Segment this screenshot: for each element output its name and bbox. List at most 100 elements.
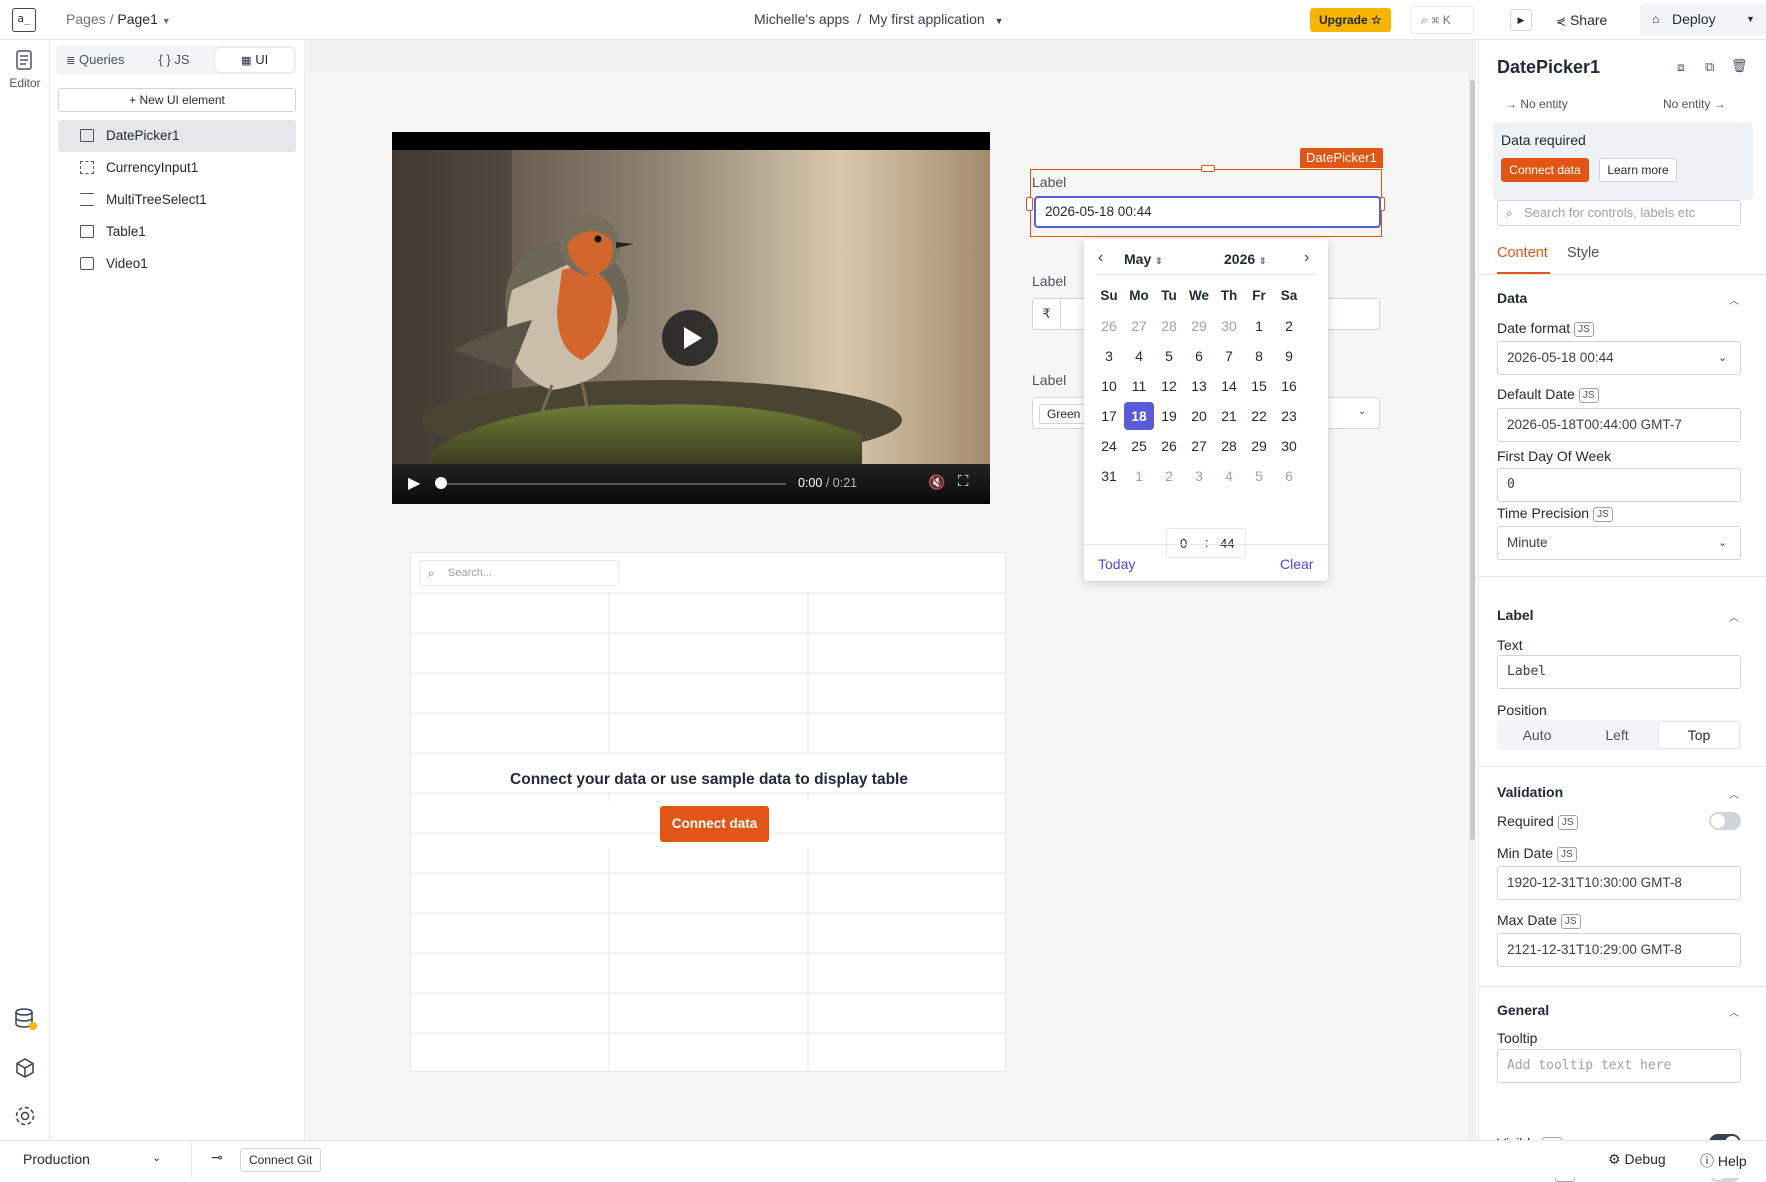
breadcrumb-pages[interactable]: Pages	[66, 11, 106, 27]
calendar-day[interactable]: 11	[1124, 371, 1154, 401]
breadcrumb-page[interactable]: Page1	[117, 11, 157, 27]
calendar-day[interactable]: 24	[1094, 431, 1124, 461]
new-ui-element-button[interactable]: + New UI element	[58, 88, 296, 112]
calendar-day[interactable]: 21	[1214, 401, 1244, 431]
calendar-day[interactable]: 4	[1124, 341, 1154, 371]
entity-prev[interactable]: → No entity	[1505, 97, 1568, 111]
video-widget[interactable]: ▶ 0:00 / 0:21 🔇 ⛶	[392, 132, 990, 504]
widget-item-currencyinput1[interactable]: CurrencyInput1	[58, 152, 296, 184]
calendar-day[interactable]: 15	[1244, 371, 1274, 401]
calendar-day[interactable]: 16	[1274, 371, 1304, 401]
time-precision-select[interactable]: Minute ⌄	[1497, 526, 1741, 560]
settings-gear-icon[interactable]	[13, 1104, 37, 1128]
datepicker-widget-tag[interactable]: DatePicker1	[1300, 148, 1383, 168]
seek-handle[interactable]	[435, 477, 447, 489]
calendar-day[interactable]: 3	[1184, 461, 1214, 491]
prev-month-icon[interactable]: ‹	[1098, 249, 1103, 267]
calendar-day[interactable]: 28	[1214, 431, 1244, 461]
tab-style[interactable]: Style	[1567, 245, 1599, 261]
calendar-day[interactable]: 25	[1124, 431, 1154, 461]
help-button[interactable]: ⓘ Help	[1700, 1151, 1747, 1171]
max-date-input[interactable]: 2121-12-31T10:29:00 GMT-8	[1497, 933, 1741, 967]
tab-content[interactable]: Content	[1497, 245, 1548, 261]
calendar-day[interactable]: 28	[1154, 311, 1184, 341]
calendar-day[interactable]: 6	[1274, 461, 1304, 491]
table-connect-data-button[interactable]: Connect data	[660, 806, 769, 842]
general-section-title[interactable]: General	[1497, 1002, 1549, 1018]
js-toggle[interactable]: JS	[1560, 913, 1581, 929]
chevron-down-icon[interactable]: ▼	[1746, 14, 1755, 24]
fullscreen-icon[interactable]: ⛶	[958, 473, 969, 490]
js-toggle[interactable]: JS	[1574, 321, 1594, 337]
debug-button[interactable]: ⚙ Debug	[1608, 1151, 1666, 1168]
packages-icon[interactable]	[13, 1056, 37, 1080]
position-left[interactable]: Left	[1577, 720, 1657, 750]
table-widget[interactable]: ⌕ Search... Connect your data or use sam…	[410, 552, 1007, 1073]
calendar-day[interactable]: 27	[1124, 311, 1154, 341]
calendar-day[interactable]: 5	[1244, 461, 1274, 491]
js-toggle[interactable]: JS	[1557, 814, 1578, 830]
calendar-day[interactable]: 10	[1094, 371, 1124, 401]
calendar-day[interactable]: 29	[1244, 431, 1274, 461]
tooltip-input[interactable]: Add tooltip text here	[1497, 1049, 1741, 1083]
calendar-day[interactable]: 20	[1184, 401, 1214, 431]
calendar-day[interactable]: 19	[1154, 401, 1184, 431]
js-toggle[interactable]: JS	[1557, 846, 1577, 862]
code-view-icon[interactable]: ⧈	[1677, 60, 1685, 75]
js-toggle[interactable]: JS	[1593, 506, 1613, 522]
date-format-select[interactable]: 2026-05-18 00:44 ⌄	[1497, 341, 1741, 375]
calendar-day[interactable]: 2	[1154, 461, 1184, 491]
calendar-day[interactable]: 30	[1214, 311, 1244, 341]
property-search-input[interactable]: ⌕ Search for controls, labels etc	[1497, 200, 1741, 226]
data-section-title[interactable]: Data	[1497, 290, 1527, 306]
calendar-day[interactable]: 27	[1184, 431, 1214, 461]
video-seekbar[interactable]	[436, 483, 786, 485]
calendar-day[interactable]: 29	[1184, 311, 1214, 341]
min-date-input[interactable]: 1920-12-31T10:30:00 GMT-8	[1497, 866, 1741, 900]
label-text-input[interactable]: Label	[1497, 655, 1741, 689]
widget-name[interactable]: DatePicker1	[1497, 57, 1600, 78]
calendar-day[interactable]: 30	[1274, 431, 1304, 461]
calendar-day[interactable]: 9	[1274, 341, 1304, 371]
calendar-day[interactable]: 26	[1094, 311, 1124, 341]
delete-icon[interactable]: 🗑	[1731, 58, 1748, 74]
chevron-down-icon[interactable]: ▼	[162, 16, 171, 26]
widget-item-datepicker1[interactable]: DatePicker1	[58, 120, 296, 152]
app-logo[interactable]: a_	[12, 8, 36, 32]
clear-button[interactable]: Clear	[1280, 556, 1313, 572]
preview-play-button[interactable]: ▶	[1510, 9, 1532, 31]
calendar-day[interactable]: 26	[1154, 431, 1184, 461]
calendar-day[interactable]: 31	[1094, 461, 1124, 491]
first-day-input[interactable]: 0	[1497, 468, 1741, 502]
widget-item-table1[interactable]: Table1	[58, 216, 296, 248]
calendar-day[interactable]: 2	[1274, 311, 1304, 341]
calendar-day[interactable]: 23	[1274, 401, 1304, 431]
chevron-up-icon[interactable]: ︿	[1729, 609, 1739, 624]
application-name[interactable]: My first application	[869, 11, 985, 27]
play-overlay-button[interactable]	[662, 310, 718, 366]
chevron-up-icon[interactable]: ︿	[1729, 292, 1739, 307]
calendar-day[interactable]: 22	[1244, 401, 1274, 431]
canvas-scrollbar[interactable]	[1470, 80, 1475, 840]
calendar-day[interactable]: 8	[1244, 341, 1274, 371]
chevron-down-icon[interactable]: ⌄	[1358, 406, 1366, 417]
breadcrumb[interactable]: Pages / Page1 ▼	[66, 11, 171, 27]
calendar-day[interactable]: 3	[1094, 341, 1124, 371]
app-title[interactable]: Michelle's apps / My first application ▼	[754, 11, 1003, 27]
connect-data-button[interactable]: Connect data	[1501, 158, 1589, 182]
calendar-day[interactable]: 7	[1214, 341, 1244, 371]
environment-select[interactable]: Production ⌄	[0, 1141, 192, 1178]
chevron-up-icon[interactable]: ︿	[1729, 786, 1739, 801]
year-select[interactable]: 2026 ⇕	[1224, 251, 1267, 267]
video-frame[interactable]	[392, 150, 990, 482]
position-auto[interactable]: Auto	[1497, 720, 1577, 750]
deploy-button-group[interactable]: ⌂ Deploy ▼	[1640, 4, 1766, 36]
copy-icon[interactable]: ⧉	[1705, 59, 1714, 75]
editor-nav[interactable]: Editor	[0, 48, 50, 90]
widget-item-video1[interactable]: Video1	[58, 248, 296, 280]
learn-more-button[interactable]: Learn more	[1599, 158, 1677, 182]
calendar-day-selected[interactable]: 18	[1124, 402, 1154, 430]
validation-section-title[interactable]: Validation	[1497, 784, 1563, 800]
upgrade-button[interactable]: Upgrade ☆	[1310, 8, 1391, 32]
resize-handle-left[interactable]	[1026, 197, 1033, 211]
